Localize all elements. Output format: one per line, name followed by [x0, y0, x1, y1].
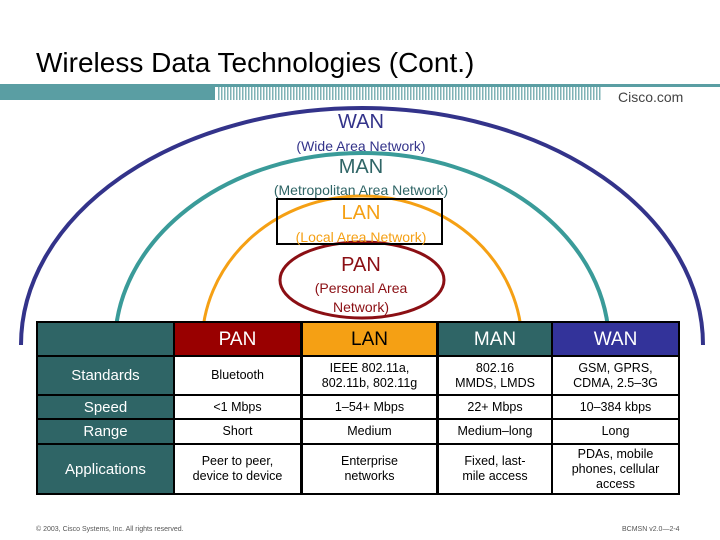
table-cell: 802.16 MMDS, LMDS	[436, 355, 553, 396]
header-man: MAN	[436, 321, 553, 357]
table-row: Speed <1 Mbps 1–54+ Mbps 22+ Mbps 10–384 kbp…	[36, 394, 680, 420]
cell-line: 1–54+ Mbps	[334, 399, 405, 414]
table-cell: 10–384 kbps	[551, 394, 680, 420]
pan-label: PAN	[341, 254, 381, 276]
man-label: MAN	[338, 156, 384, 178]
cell-line: device to device	[192, 469, 283, 483]
slide-number: BCMSN v2.0—2-4	[622, 526, 680, 533]
cell-line: phones, cellular	[571, 461, 660, 476]
row-label: Range	[36, 418, 175, 445]
cell-line: 22+ Mbps	[467, 399, 523, 414]
comparison-table: PAN LAN MAN WAN Standards Bluetooth IEEE 8…	[36, 321, 680, 495]
man-fullname: (Metropolitan Area Network)	[273, 182, 449, 198]
table-cell: <1 Mbps	[173, 394, 303, 420]
copyright: © 2003, Cisco Systems, Inc. All rights r…	[36, 526, 184, 533]
table-cell: Medium	[300, 418, 439, 445]
cell-line: PDAs, mobile	[577, 446, 654, 461]
row-label: Speed	[36, 394, 175, 420]
table-cell: Fixed, last-mile access	[436, 443, 553, 495]
cell-line: Medium–long	[457, 424, 533, 438]
cell-line: IEEE 802.11a,	[329, 360, 410, 375]
table-row: Applications Peer to peer, device to devic…	[36, 443, 680, 495]
table-cell: IEEE 802.11a, 802.11b, 802.11g	[300, 355, 439, 396]
row-label: Standards	[36, 355, 175, 396]
table-row: Standards Bluetooth IEEE 802.11a, 802.11b, …	[36, 355, 680, 396]
cell-line: Peer to peer,	[201, 454, 274, 468]
wan-label: WAN	[338, 111, 384, 133]
row-label: Applications	[36, 443, 175, 495]
lan-fullname: (Local Area Network)	[295, 229, 427, 245]
cell-line: GSM, GPRS,	[578, 360, 653, 375]
table-cell: PDAs, mobile phones, cellular access	[551, 443, 680, 495]
cell-line: 802.11b, 802.11g	[321, 375, 418, 390]
table-cell: Medium–long	[436, 418, 553, 445]
table-row: Range Short Medium Medium–long Long	[36, 418, 680, 445]
cell-line: CDMA, 2.5–3G	[573, 375, 658, 390]
cell-line: 10–384 kbps	[579, 399, 652, 414]
table-cell: Enterprise networks	[300, 443, 439, 495]
header-lan: LAN	[300, 321, 439, 357]
header-wan: WAN	[551, 321, 680, 357]
table-cell: Peer to peer, device to device	[173, 443, 303, 495]
table-cell: GSM, GPRS, CDMA, 2.5–3G	[551, 355, 680, 396]
table-cell: Short	[173, 418, 303, 445]
cell-line: Medium	[347, 424, 392, 438]
table-cell: Bluetooth	[173, 355, 303, 396]
cell-line: networks	[344, 469, 395, 483]
table-cell: Long	[551, 418, 680, 445]
table-cell: 1–54+ Mbps	[300, 394, 439, 420]
cell-line: MMDS, LMDS	[455, 375, 535, 390]
cell-line: Enterprise	[341, 454, 398, 468]
pan-fullname-1: (Personal Area	[314, 280, 408, 296]
cell-line: Fixed, last-	[464, 454, 526, 468]
cell-line: access	[596, 476, 635, 491]
table-cell: 22+ Mbps	[436, 394, 553, 420]
header-pan: PAN	[173, 321, 303, 357]
cell-line: Short	[222, 424, 253, 438]
header-corner	[36, 321, 175, 357]
cell-line: Long	[601, 424, 630, 438]
cell-line: 802.16	[475, 360, 515, 375]
pan-fullname-2: Network)	[332, 299, 389, 315]
cell-line: mile access	[462, 469, 528, 483]
cell-line: Bluetooth	[211, 368, 264, 382]
wan-fullname: (Wide Area Network)	[296, 138, 426, 154]
lan-label: LAN	[341, 202, 381, 224]
cell-line: <1 Mbps	[213, 399, 262, 414]
table-header-row: PAN LAN MAN WAN	[36, 321, 680, 357]
